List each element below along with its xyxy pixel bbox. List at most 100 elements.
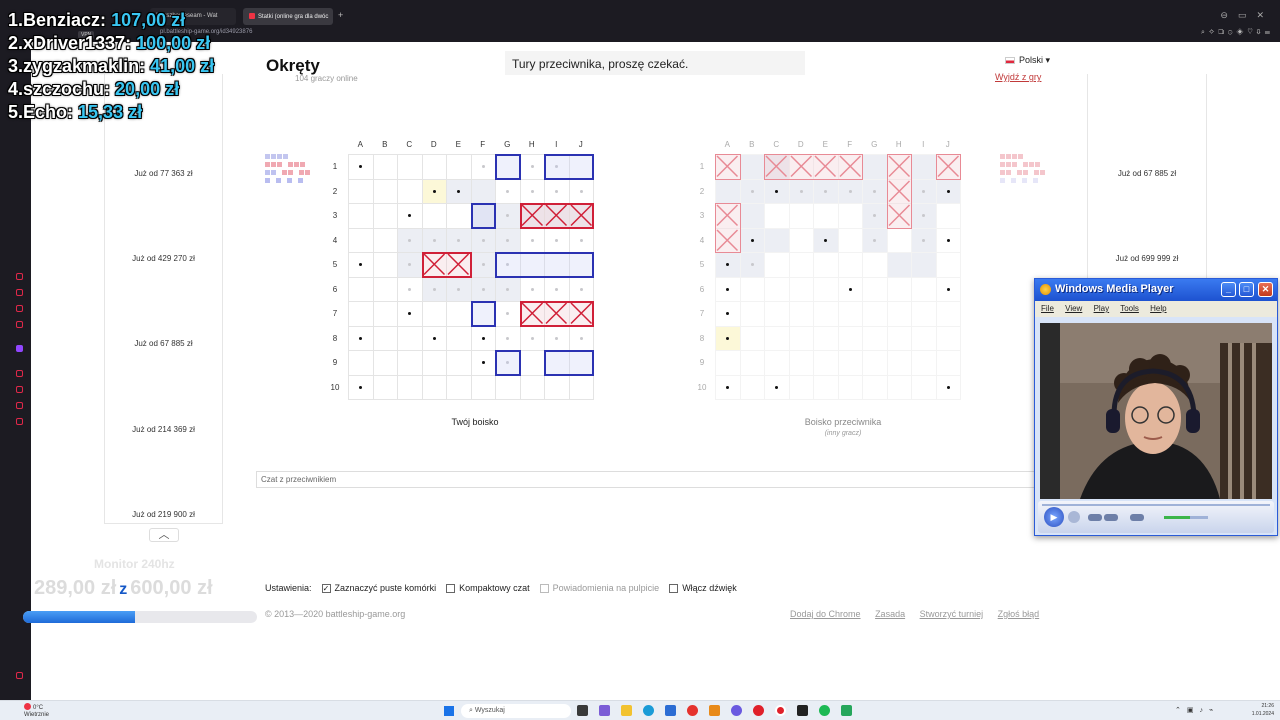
footer-link-rules[interactable]: Zasada [875,609,905,619]
file-explorer-icon[interactable] [621,705,632,716]
menu-help[interactable]: Help [1150,304,1166,313]
board-cell[interactable] [862,325,888,351]
board-cell[interactable] [813,301,839,327]
clock[interactable]: 21:26 1.01.2024 [1252,702,1274,718]
new-tab-icon[interactable]: + [338,10,343,20]
browser-extension-icons[interactable]: ⌕✧❏⊙◈♡⇩☰ [1201,29,1274,37]
volume-slider[interactable] [1164,516,1208,519]
board-cell[interactable] [911,325,937,351]
next-button[interactable] [1104,514,1118,521]
board-cell[interactable] [764,227,790,253]
dock-shortcut-icon[interactable] [16,370,23,377]
checkbox-icon[interactable] [669,583,679,593]
dock-shortcut-icon[interactable] [16,402,23,409]
app-icon[interactable] [709,705,720,716]
board-cell[interactable] [862,350,888,376]
media-player-window[interactable]: Windows Media Player _ □ ✕ File View Pla… [1034,278,1278,536]
board-cell[interactable] [837,325,863,351]
menu-tools[interactable]: Tools [1120,304,1139,313]
checkbox-enable-sound[interactable]: Włącz dźwięk [669,583,737,593]
checkbox-checked-icon[interactable]: ✓ [321,583,331,593]
browser-window-controls-icon[interactable]: ⊖▭✕ [1220,10,1274,21]
language-selector[interactable]: Polski ▾ [1005,55,1050,66]
board-cell[interactable] [911,252,937,278]
footer-link-add-to-chrome[interactable]: Dodaj do Chrome [790,609,861,619]
board-cell[interactable] [886,350,912,376]
leave-game-link[interactable]: Wyjdź z gry [995,72,1041,82]
checkbox-mark-empty-cells[interactable]: ✓ Zaznaczyć puste komórki [321,583,436,593]
board-cell[interactable] [911,154,937,180]
opera-icon[interactable] [753,705,764,716]
store-icon[interactable] [665,705,676,716]
board-cell[interactable] [739,374,765,400]
task-view-icon[interactable] [577,705,588,716]
board-cell[interactable] [813,325,839,351]
board-cell[interactable] [813,350,839,376]
footer-link-report-bug[interactable]: Zgłoś błąd [998,609,1040,619]
dock-shortcut-icon[interactable] [16,672,23,679]
app-icon[interactable] [841,705,852,716]
edge-icon[interactable] [643,705,654,716]
dock-shortcut-icon[interactable] [16,273,23,280]
ad-price-text[interactable]: Już od 219 900 zł [104,510,223,519]
board-cell[interactable] [764,276,790,302]
board-cell[interactable] [739,350,765,376]
ad-banner-right[interactable] [1087,74,1207,284]
board-cell[interactable] [764,252,790,278]
settings-icon[interactable] [16,418,23,425]
stop-button[interactable] [1068,511,1080,523]
board-cell[interactable] [862,374,888,400]
board-cell[interactable] [837,252,863,278]
board-cell[interactable] [788,252,814,278]
board-cell[interactable] [739,154,765,180]
board-cell[interactable] [935,203,961,229]
ad-price-text[interactable]: Już od 77 363 zł [104,169,223,178]
ad-price-text[interactable]: Już od 67 885 zł [1087,169,1207,178]
ad-price-text[interactable]: Już od 429 270 zł [104,254,223,263]
dock-shortcut-icon[interactable] [16,289,23,296]
chat-input[interactable]: Czat z przeciwnikiem [256,471,1036,488]
board-cell[interactable] [837,301,863,327]
checkbox-compact-chat[interactable]: Kompaktowy czat [446,583,530,593]
board-cell[interactable] [813,252,839,278]
board-cell[interactable] [788,276,814,302]
board-cell[interactable] [739,276,765,302]
board-cell[interactable] [715,350,741,376]
dock-shortcut-icon[interactable] [16,321,23,328]
play-button[interactable]: ▶ [1044,507,1064,527]
opera-gx-icon[interactable] [775,705,786,716]
menu-view[interactable]: View [1065,304,1082,313]
board-cell[interactable] [764,325,790,351]
dock-shortcut-icon[interactable] [16,386,23,393]
board-cell[interactable] [886,252,912,278]
board-cell[interactable] [862,301,888,327]
app-icon[interactable] [599,705,610,716]
board-cell[interactable] [837,203,863,229]
board-cell[interactable] [862,276,888,302]
chrome-icon[interactable] [687,705,698,716]
ad-price-text[interactable]: Już od 214 369 zł [104,425,223,434]
spotify-icon[interactable] [819,705,830,716]
board-cell[interactable] [788,350,814,376]
maximize-button[interactable]: □ [1239,282,1254,297]
board-cell[interactable] [813,203,839,229]
board-cell[interactable] [935,252,961,278]
mute-button[interactable] [1130,514,1144,521]
ad-collapse-button[interactable]: ︿ [149,528,179,542]
menu-file[interactable]: File [1041,304,1054,313]
weather-widget[interactable]: 0°C Wietrznie [24,703,49,719]
system-tray-icons[interactable]: ⌃▣♪⌁ [1175,706,1219,714]
board-cell[interactable] [788,301,814,327]
close-button[interactable]: ✕ [1258,282,1273,297]
board-cell[interactable] [788,325,814,351]
board-cell[interactable] [739,301,765,327]
board-cell[interactable] [739,203,765,229]
board-cell[interactable] [837,350,863,376]
board-cell[interactable] [862,154,888,180]
board-cell[interactable] [935,301,961,327]
checkbox-icon[interactable] [446,583,456,593]
minimize-button[interactable]: _ [1221,282,1236,297]
board-cell[interactable] [788,227,814,253]
obs-icon[interactable] [797,705,808,716]
board-cell[interactable] [862,252,888,278]
